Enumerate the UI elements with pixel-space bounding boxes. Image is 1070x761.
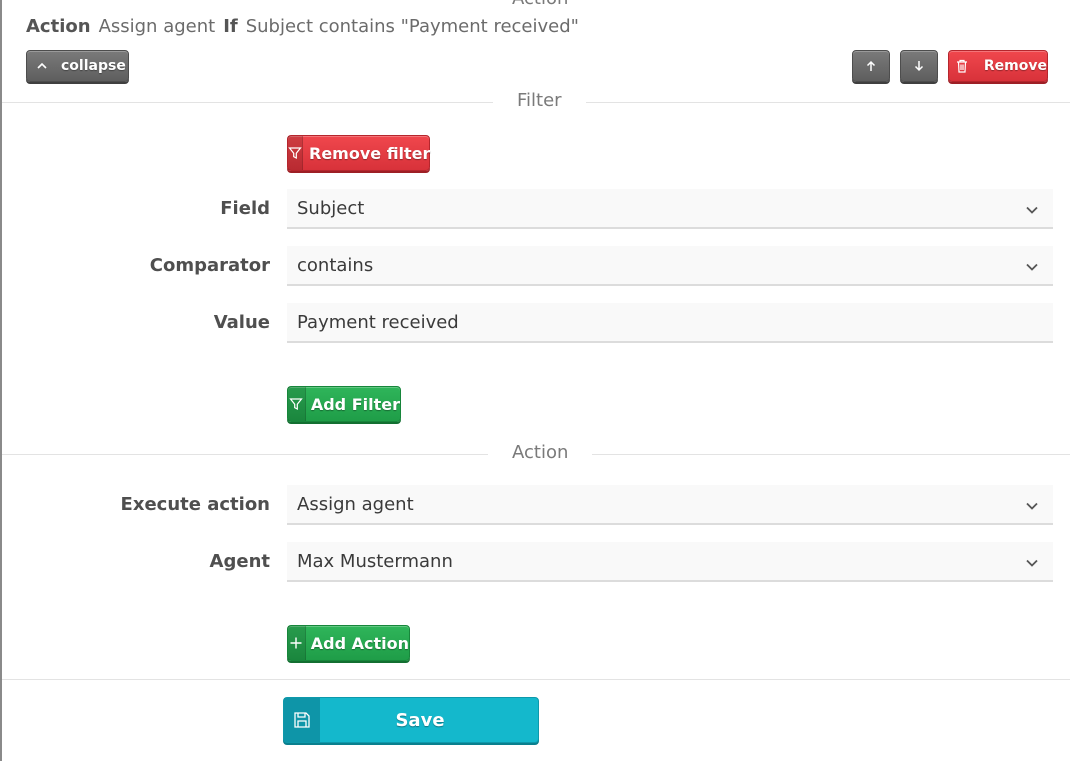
field-select[interactable]: Subject — [287, 189, 1053, 229]
add-action-button[interactable]: Add Action — [287, 625, 410, 661]
comparator-select[interactable]: contains — [287, 246, 1053, 286]
chevron-down-icon — [1025, 201, 1039, 222]
remove-filter-label: Remove filter — [309, 143, 431, 163]
action-section-title: Action — [488, 442, 593, 463]
collapse-label: collapse — [61, 58, 126, 74]
remove-label: Remove — [983, 58, 1047, 74]
execute-action-value: Assign agent — [297, 493, 414, 515]
comparator-select-value: contains — [297, 254, 374, 276]
filter-icon — [288, 387, 306, 421]
chevron-up-icon — [29, 51, 55, 81]
value-input-text: Payment received — [297, 311, 459, 333]
remove-button[interactable]: Remove — [948, 50, 1048, 82]
footer-divider — [2, 679, 1070, 680]
collapse-button[interactable]: collapse — [26, 50, 129, 82]
summary-action-value: Assign agent — [98, 16, 216, 37]
agent-select-value: Max Mustermann — [297, 550, 453, 572]
plus-icon — [288, 626, 306, 660]
filter-section-title: Filter — [493, 90, 586, 111]
left-border — [0, 0, 2, 761]
move-up-button[interactable] — [852, 50, 890, 82]
filter-icon — [288, 136, 303, 170]
value-label: Value — [213, 312, 270, 333]
remove-filter-button[interactable]: Remove filter — [287, 135, 430, 171]
execute-action-select[interactable]: Assign agent — [287, 485, 1053, 525]
floppy-disk-icon — [284, 698, 320, 742]
chevron-down-icon — [1025, 258, 1039, 279]
add-filter-label: Add Filter — [310, 394, 400, 414]
move-down-button[interactable] — [900, 50, 938, 82]
summary-action-keyword: Action — [26, 16, 91, 37]
value-input[interactable]: Payment received — [287, 303, 1053, 343]
summary-condition: Subject contains "Payment received" — [245, 16, 579, 37]
field-label: Field — [220, 198, 270, 219]
add-filter-button[interactable]: Add Filter — [287, 386, 401, 422]
arrow-up-icon — [864, 51, 878, 81]
chevron-down-icon — [1025, 554, 1039, 575]
save-label: Save — [395, 709, 445, 731]
agent-select[interactable]: Max Mustermann — [287, 542, 1053, 582]
chevron-down-icon — [1025, 497, 1039, 518]
section-heading-cut: Action — [512, 0, 568, 9]
summary-if-keyword: If — [223, 16, 238, 37]
arrow-down-icon — [912, 51, 926, 81]
execute-action-label: Execute action — [120, 494, 270, 515]
add-action-label: Add Action — [310, 633, 409, 653]
save-button[interactable]: Save — [283, 697, 539, 743]
comparator-label: Comparator — [149, 255, 270, 276]
trash-icon — [949, 51, 976, 81]
rule-summary: Action Assign agent If Subject contains "Pa… — [26, 16, 579, 37]
field-select-value: Subject — [297, 197, 365, 219]
agent-label: Agent — [209, 551, 270, 572]
